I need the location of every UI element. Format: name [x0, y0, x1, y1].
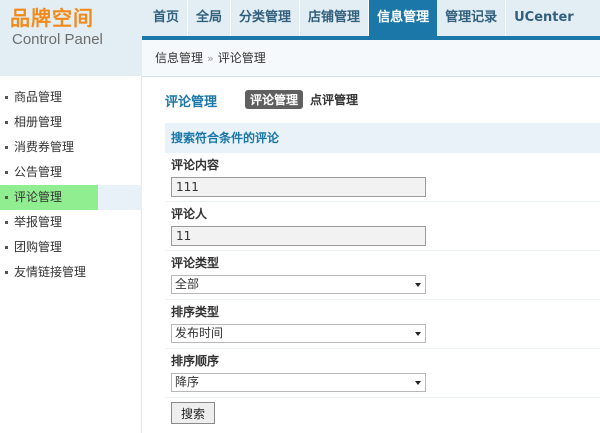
- page-title: 评论管理: [165, 95, 218, 110]
- sort-type-label: 排序类型: [171, 305, 220, 319]
- sort-order-label: 排序顺序: [171, 354, 220, 368]
- search-form: 搜索符合条件的评论 评论内容 评论人 评论类型 全部 排序类型 发布时间 排序顺…: [165, 123, 600, 433]
- chevron-down-icon: [415, 283, 421, 287]
- sidebar-item-notices[interactable]: 公告管理: [0, 160, 142, 185]
- logo-subtitle: Control Panel: [12, 31, 103, 48]
- top-nav: 首页 全局 分类管理 店铺管理 信息管理 管理记录 UCenter: [145, 0, 574, 36]
- main-content: 评论管理 评论管理 点评管理 搜索符合条件的评论 评论内容 评论人 评论类型 全…: [142, 77, 600, 433]
- sidebar-item-label: 商品管理: [14, 90, 63, 104]
- comment-type-value: 全部: [175, 277, 200, 291]
- sort-order-row: 降序: [165, 373, 600, 398]
- sidebar-item-label: 公告管理: [14, 165, 63, 179]
- sort-type-select[interactable]: 发布时间: [171, 324, 426, 343]
- chevron-down-icon: [415, 381, 421, 385]
- comment-type-row: 全部: [165, 275, 600, 300]
- logo[interactable]: 品牌空间 Control Panel: [0, 0, 142, 68]
- nav-item-shop[interactable]: 店铺管理: [300, 0, 370, 36]
- sidebar-item-label: 友情链接管理: [14, 265, 87, 279]
- sidebar-item-comments[interactable]: 评论管理: [0, 185, 142, 210]
- sidebar-item-album[interactable]: 相册管理: [0, 110, 142, 135]
- sidebar-item-label: 相册管理: [14, 115, 63, 129]
- sidebar-item-coupons[interactable]: 消费券管理: [0, 135, 142, 160]
- sidebar-top-strip: [0, 68, 142, 76]
- sidebar-list: 商品管理 相册管理 消费券管理 公告管理 评论管理 举报管理 团购管理 友情链接…: [0, 85, 142, 285]
- search-button-row: 搜索: [165, 398, 600, 424]
- sidebar-item-label: 消费券管理: [14, 140, 75, 154]
- logo-title: 品牌空间: [10, 6, 94, 30]
- nav-item-global[interactable]: 全局: [188, 0, 232, 36]
- chevron-down-icon: [415, 332, 421, 336]
- author-row: [165, 226, 600, 251]
- author-label: 评论人: [171, 207, 208, 221]
- breadcrumb-bar: 信息管理 » 评论管理: [142, 36, 600, 77]
- sub-tabs: 评论管理 点评管理: [245, 90, 365, 109]
- breadcrumb-current: 评论管理: [217, 51, 266, 65]
- sort-order-select[interactable]: 降序: [171, 373, 426, 392]
- search-form-heading: 搜索符合条件的评论: [165, 123, 600, 153]
- breadcrumb-separator: »: [207, 52, 214, 65]
- breadcrumb-parent[interactable]: 信息管理: [155, 51, 203, 65]
- nav-item-logs[interactable]: 管理记录: [437, 0, 507, 36]
- sidebar-item-label: 团购管理: [14, 240, 63, 254]
- nav-item-home[interactable]: 首页: [145, 0, 189, 36]
- tab-reviews[interactable]: 点评管理: [305, 90, 363, 109]
- content-input[interactable]: [171, 177, 426, 197]
- sidebar-item-links[interactable]: 友情链接管理: [0, 260, 142, 285]
- sort-type-value: 发布时间: [175, 326, 224, 340]
- breadcrumb: 信息管理 » 评论管理: [155, 49, 266, 66]
- content-label: 评论内容: [171, 158, 220, 172]
- comment-type-select[interactable]: 全部: [171, 275, 426, 294]
- comment-type-label: 评论类型: [171, 256, 220, 270]
- sidebar-item-groupbuy[interactable]: 团购管理: [0, 235, 142, 260]
- sidebar-item-goods[interactable]: 商品管理: [0, 85, 142, 110]
- nav-item-info[interactable]: 信息管理: [369, 0, 438, 36]
- search-button[interactable]: 搜索: [171, 402, 216, 424]
- sort-order-value: 降序: [175, 375, 200, 389]
- sidebar-item-label: 举报管理: [14, 215, 63, 229]
- sidebar-item-label: 评论管理: [14, 190, 63, 204]
- author-input[interactable]: [171, 226, 426, 246]
- sort-type-row: 发布时间: [165, 324, 600, 349]
- sidebar-item-reports[interactable]: 举报管理: [0, 210, 142, 235]
- nav-item-category[interactable]: 分类管理: [231, 0, 301, 36]
- nav-item-ucenter[interactable]: UCenter: [506, 0, 574, 36]
- sidebar: 商品管理 相册管理 消费券管理 公告管理 评论管理 举报管理 团购管理 友情链接…: [0, 68, 142, 433]
- content-row: [165, 177, 600, 202]
- tab-comments[interactable]: 评论管理: [245, 90, 304, 109]
